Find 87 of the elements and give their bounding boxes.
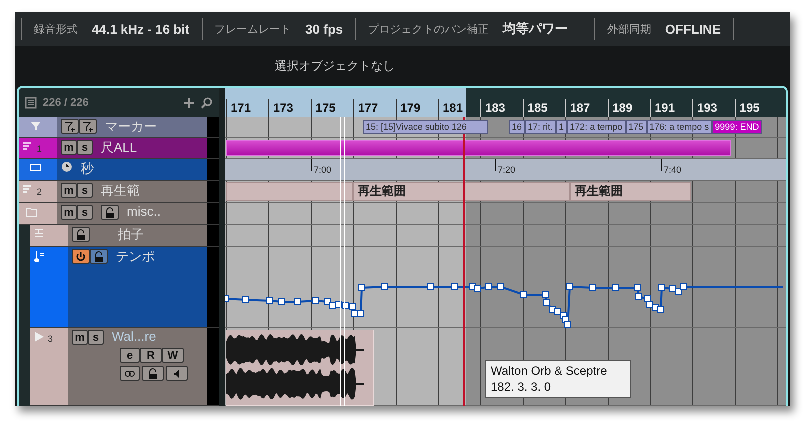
- status-label: 録音形式: [34, 22, 78, 36]
- power-icon: [75, 250, 87, 262]
- track-name[interactable]: 再生範: [101, 182, 140, 200]
- track-toggle-button[interactable]: s: [77, 183, 93, 198]
- marker-event[interactable]: 172: a tempo: [567, 120, 626, 134]
- track-header[interactable]: 3 m s Wal...re e R W: [30, 328, 219, 406]
- track-toggle-button[interactable]: m: [61, 140, 77, 155]
- level-meter: [207, 159, 219, 180]
- automation-button[interactable]: e: [120, 348, 140, 363]
- time-label: 7:20: [498, 165, 516, 175]
- time-label: 7:40: [664, 165, 682, 175]
- marker-event[interactable]: 16: [509, 120, 526, 134]
- status-value[interactable]: 30 fps: [306, 22, 344, 36]
- track-toggle-button[interactable]: m: [61, 183, 77, 198]
- time-label: 7:00: [314, 165, 332, 175]
- tempo-curve[interactable]: [225, 284, 783, 328]
- status-value[interactable]: OFFLINE: [665, 22, 721, 36]
- track-header[interactable]: 1 m s 尺ALL: [19, 138, 219, 159]
- arranger-event[interactable]: 再生範囲: [570, 182, 691, 201]
- speaker-button[interactable]: [166, 366, 188, 381]
- track-name[interactable]: マーカー: [105, 118, 157, 136]
- arranger-event[interactable]: 再生範囲: [353, 182, 570, 201]
- play-icon: [33, 331, 45, 343]
- track-name[interactable]: テンポ: [116, 248, 155, 266]
- status-label: フレームレート: [214, 22, 292, 36]
- list-icon: [25, 96, 37, 108]
- lock-button[interactable]: [101, 205, 119, 220]
- track-name[interactable]: 秒: [81, 160, 94, 178]
- signature-icon: [33, 228, 45, 240]
- marker-event[interactable]: 17: rit.: [525, 120, 556, 134]
- track-toggle-button[interactable]: s: [77, 140, 93, 155]
- track-toggle-button[interactable]: s: [88, 330, 104, 345]
- marker-event[interactable]: 1: [556, 120, 568, 134]
- status-value[interactable]: 均等パワー: [503, 20, 568, 38]
- marker-event[interactable]: 9999: END: [712, 120, 762, 134]
- track-header[interactable]: 2 m s 再生範: [19, 181, 219, 203]
- marker-event[interactable]: 15: [15]Vivace subito 126: [363, 120, 488, 134]
- lock-button[interactable]: [90, 249, 108, 264]
- status-label: プロジェクトのパン補正: [368, 22, 490, 36]
- lock-button[interactable]: [142, 366, 164, 381]
- locator-line[interactable]: [340, 117, 346, 406]
- status-value[interactable]: 44.1 kHz - 16 bit: [92, 22, 190, 36]
- automation-button[interactable]: W: [162, 348, 184, 363]
- track-toggle-button[interactable]: m: [72, 330, 88, 345]
- lock-icon: [147, 368, 159, 380]
- track-header[interactable]: テンポ: [30, 247, 219, 328]
- add-markers-button[interactable]: [79, 119, 97, 134]
- search-icon: [201, 96, 213, 108]
- status-label: 外部同期: [607, 22, 652, 36]
- track-header[interactable]: マーカー: [19, 117, 219, 138]
- lock-icon: [104, 206, 116, 218]
- track-name[interactable]: misc..: [127, 204, 161, 220]
- level-meter: [207, 138, 219, 158]
- track-toggle-button[interactable]: m: [61, 205, 77, 220]
- track-number: 1: [37, 144, 42, 154]
- track-header[interactable]: 拍子: [30, 225, 219, 247]
- track-part[interactable]: [226, 140, 731, 156]
- level-meter: [207, 117, 219, 137]
- link-button[interactable]: [120, 366, 140, 381]
- plus-icon: [183, 96, 195, 108]
- power-button[interactable]: [72, 249, 90, 264]
- automation-button[interactable]: R: [140, 348, 162, 363]
- audio-waveform[interactable]: [226, 330, 374, 406]
- track-header[interactable]: 秒: [19, 159, 219, 181]
- track-count: 226 / 226: [43, 96, 89, 108]
- track-toggle-button[interactable]: s: [77, 205, 93, 220]
- track-name[interactable]: 尺ALL: [101, 139, 138, 157]
- track-lines-icon: [22, 141, 34, 153]
- track-header[interactable]: m s misc..: [19, 203, 219, 225]
- track-number: 3: [48, 334, 54, 344]
- clock-icon: [61, 161, 73, 173]
- marker-event[interactable]: 176: a tempo s: [646, 120, 712, 134]
- add-marker-button[interactable]: [61, 119, 79, 134]
- bar-ruler[interactable]: 171 173 175 177 179 181 183 185 187 189 191 193 195: [225, 88, 786, 117]
- tooltip-position: 182. 3. 3. 0: [491, 380, 552, 394]
- marker-event[interactable]: 175: [626, 120, 647, 134]
- lock-icon: [75, 228, 87, 240]
- level-meter: [207, 203, 219, 224]
- info-line-text: 選択オブジェクトなし: [275, 58, 395, 74]
- track-lines-icon: [22, 184, 34, 196]
- track-number: 2: [37, 187, 42, 197]
- tooltip-title: Walton Orb & Sceptre: [491, 364, 608, 378]
- track-name[interactable]: 拍子: [118, 226, 144, 244]
- lock-button[interactable]: [72, 227, 90, 242]
- note-icon: [33, 250, 45, 262]
- lock-icon: [93, 250, 105, 262]
- level-meter: [207, 181, 219, 202]
